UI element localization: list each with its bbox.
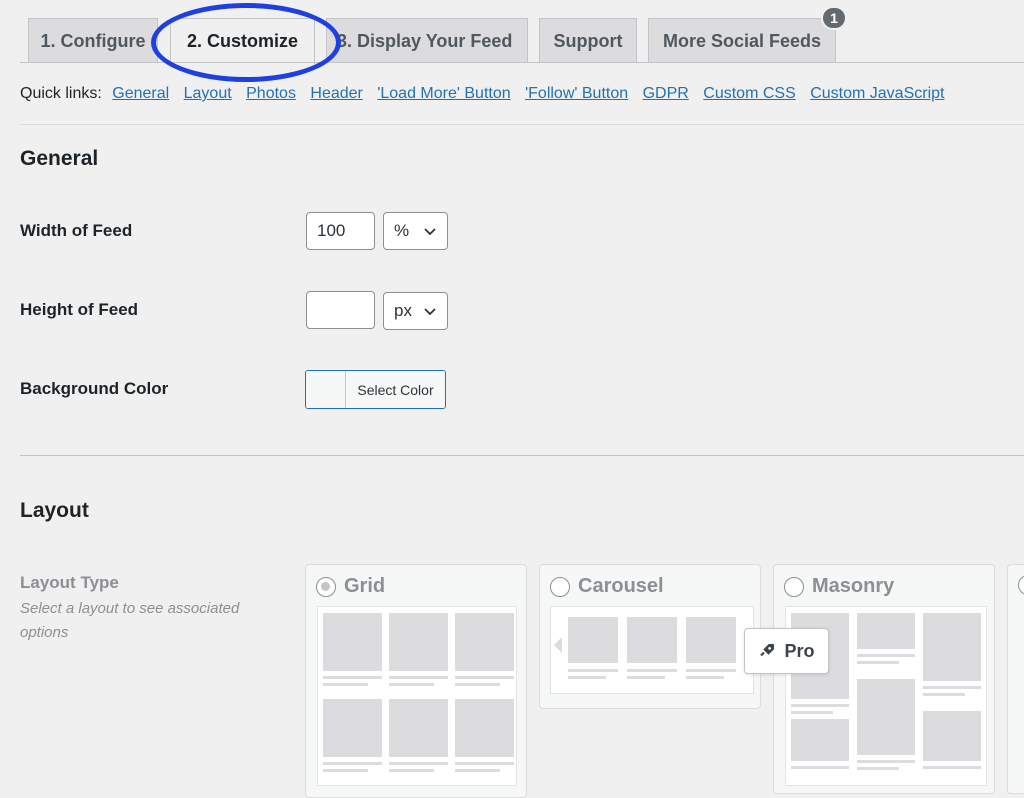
partial-radio[interactable] [1018,575,1024,595]
quick-link-custom-javascript[interactable]: Custom JavaScript [810,85,944,102]
grid-preview [317,606,517,786]
layout-option-masonry[interactable]: Masonry [773,564,995,794]
layout-type-description: Select a layout to see associated option… [20,600,240,641]
chevron-down-icon [424,308,436,316]
quick-link-custom-css[interactable]: Custom CSS [703,85,795,102]
chevron-down-icon [424,228,436,236]
tab-support[interactable]: Support [539,18,637,63]
tabs-baseline [20,62,1024,63]
layout-type-label: Layout Type [20,573,119,592]
quick-link-photos[interactable]: Photos [246,85,296,102]
quick-link-follow[interactable]: 'Follow' Button [525,85,628,102]
tab-display-your-feed[interactable]: 3. Display Your Feed [326,18,528,63]
quick-link-load-more[interactable]: 'Load More' Button [377,85,510,102]
quick-link-header[interactable]: Header [310,85,362,102]
pro-badge[interactable]: Pro [744,628,829,674]
layout-option-partial[interactable] [1007,564,1024,794]
layout-heading: Layout [20,499,89,522]
quick-link-layout[interactable]: Layout [184,85,232,102]
quick-links-label: Quick links: [20,85,102,102]
rocket-icon [760,643,775,657]
tab-more-social-feeds[interactable]: More Social Feeds [648,18,836,63]
color-swatch [306,371,346,408]
width-label: Width of Feed [20,221,133,240]
layout-option-grid[interactable]: Grid [305,564,527,798]
carousel-preview [550,606,754,694]
height-input[interactable] [306,291,375,329]
height-label: Height of Feed [20,300,139,319]
quick-link-general[interactable]: General [112,85,169,102]
carousel-radio[interactable] [550,576,570,597]
width-input[interactable]: 100 [306,212,375,250]
masonry-radio[interactable] [784,576,804,597]
grid-radio[interactable] [316,576,336,597]
layout-option-carousel[interactable]: Carousel [539,564,761,709]
notification-badge: 1 [821,6,847,30]
section-divider [20,455,1024,456]
quick-link-gdpr[interactable]: GDPR [643,85,689,102]
quick-links-divider [20,124,1024,125]
settings-tabs: 1. Configure 2. Customize 3. Display You… [0,0,1024,64]
height-unit-select[interactable]: px [383,292,448,330]
background-color-label: Background Color [20,379,169,398]
select-color-button[interactable]: Select Color [305,370,446,409]
tab-customize[interactable]: 2. Customize [170,18,315,64]
general-heading: General [20,147,99,170]
carousel-arrow-icon [554,637,562,653]
width-unit-select[interactable]: % [383,212,448,250]
quick-links: Quick links: General Layout Photos Heade… [20,85,944,103]
tab-configure[interactable]: 1. Configure [28,18,158,63]
